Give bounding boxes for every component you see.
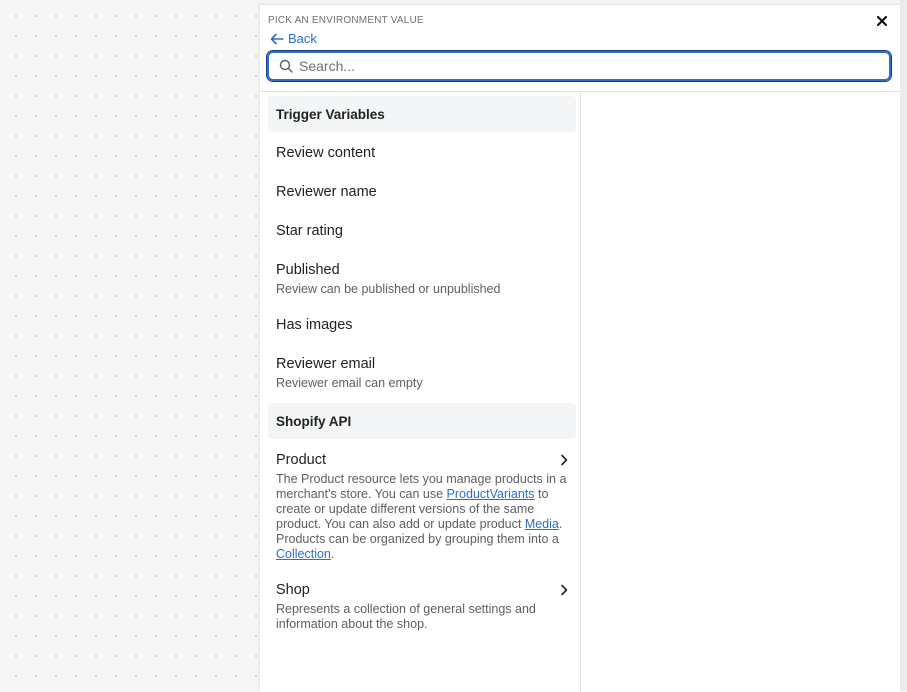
list-item-reviewer-name[interactable]: Reviewer name bbox=[260, 184, 580, 200]
item-description: The Product resource lets you manage pro… bbox=[276, 472, 568, 562]
media-link[interactable]: Media bbox=[525, 517, 559, 531]
search-input[interactable] bbox=[299, 58, 889, 74]
section-header-shopify-api: Shopify API bbox=[268, 403, 576, 439]
item-description: Reviewer email can empty bbox=[276, 376, 423, 390]
background-edge bbox=[900, 0, 907, 691]
item-title: Reviewer email bbox=[276, 356, 376, 372]
detail-pane bbox=[581, 92, 900, 692]
collection-link[interactable]: Collection bbox=[276, 547, 331, 561]
chevron-right-icon bbox=[560, 454, 568, 466]
item-title: Has images bbox=[276, 317, 353, 333]
close-icon bbox=[877, 16, 887, 26]
list-item-star-rating[interactable]: Star rating bbox=[260, 223, 580, 239]
item-title: Star rating bbox=[276, 223, 343, 239]
item-title-row: Product bbox=[276, 452, 568, 468]
picker-header-label: PICK AN ENVIRONMENT VALUE bbox=[268, 15, 424, 26]
item-title: Review content bbox=[276, 145, 376, 161]
close-button[interactable] bbox=[874, 13, 890, 29]
environment-value-picker: PICK AN ENVIRONMENT VALUE Back Trigger V… bbox=[260, 4, 900, 692]
item-title: Product bbox=[276, 452, 326, 468]
item-title: Published bbox=[276, 262, 340, 278]
item-description: Review can be published or unpublished bbox=[276, 282, 501, 296]
back-link-label: Back bbox=[288, 31, 317, 46]
variable-list: Trigger Variables Review content Reviewe… bbox=[260, 92, 581, 692]
list-item-product[interactable]: Product The Product resource lets you ma… bbox=[260, 452, 580, 562]
section-header-trigger-variables: Trigger Variables bbox=[268, 96, 576, 132]
list-item-shop[interactable]: Shop Represents a collection of general … bbox=[260, 582, 580, 632]
chevron-right-icon bbox=[560, 584, 568, 596]
search-field[interactable] bbox=[267, 51, 891, 81]
item-title: Shop bbox=[276, 582, 310, 598]
item-description: Represents a collection of general setti… bbox=[276, 602, 536, 631]
list-item-has-images[interactable]: Has images bbox=[260, 317, 580, 333]
search-icon bbox=[279, 59, 293, 73]
item-title-row: Shop bbox=[276, 582, 568, 598]
item-title: Reviewer name bbox=[276, 184, 377, 200]
back-link[interactable]: Back bbox=[270, 31, 317, 46]
product-variants-link[interactable]: ProductVariants bbox=[447, 487, 535, 501]
list-item-published[interactable]: Published Review can be published or unp… bbox=[260, 262, 580, 297]
list-item-reviewer-email[interactable]: Reviewer email Reviewer email can empty bbox=[260, 356, 580, 391]
desc-text: . bbox=[330, 547, 335, 561]
arrow-left-icon bbox=[270, 33, 284, 44]
list-item-review-content[interactable]: Review content bbox=[260, 145, 580, 161]
